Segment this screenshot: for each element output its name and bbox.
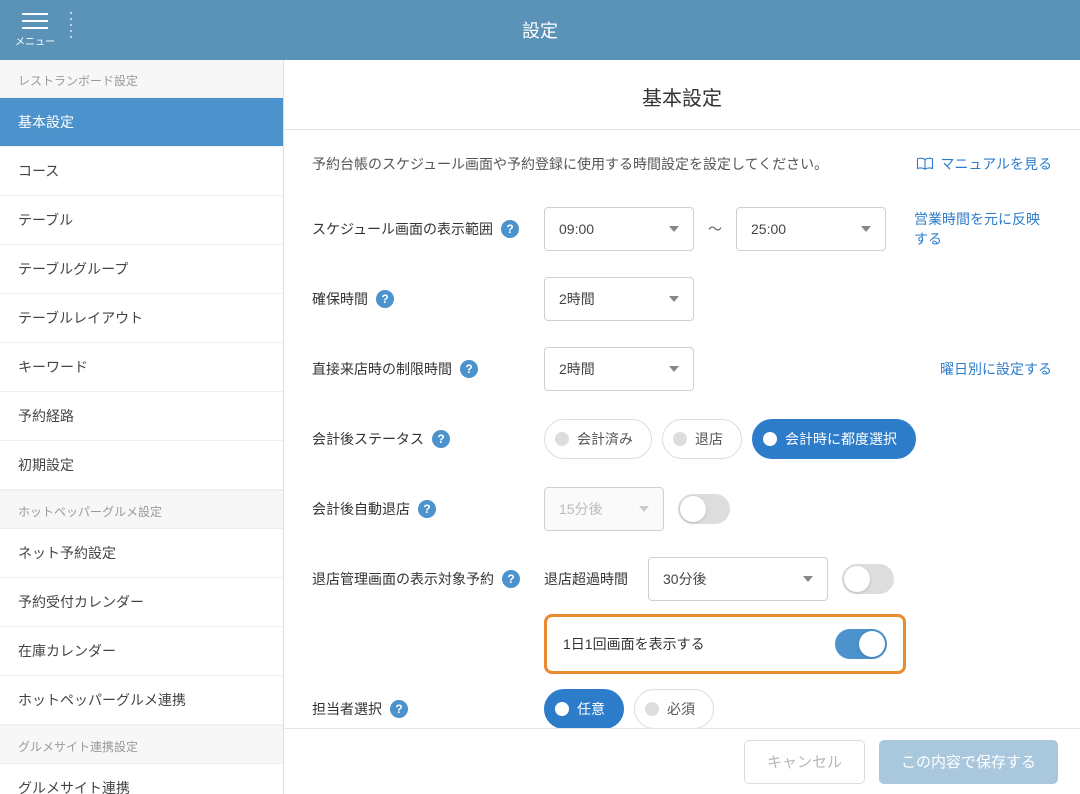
row-post-checkout: 会計後ステータス? 会計済み退店会計時に都度選択 bbox=[312, 404, 1052, 474]
help-icon[interactable]: ? bbox=[390, 700, 408, 718]
help-icon[interactable]: ? bbox=[502, 570, 520, 588]
overdue-toggle[interactable] bbox=[842, 564, 894, 594]
help-icon[interactable]: ? bbox=[418, 500, 436, 518]
divider bbox=[70, 12, 71, 48]
help-icon[interactable]: ? bbox=[501, 220, 519, 238]
daily-show-highlight: 1日1回画面を表示する bbox=[544, 614, 906, 674]
row-schedule-range: スケジュール画面の表示範囲? 09:00 〜 25:00 営業時間を元に反映する bbox=[312, 194, 1052, 264]
sidebar-section-header: グルメサイト連携設定 bbox=[0, 725, 283, 764]
row-daily-show: 1日1回画面を表示する bbox=[312, 614, 1052, 674]
footer: キャンセル この内容で保存する bbox=[284, 728, 1080, 794]
sidebar-item[interactable]: テーブルレイアウト bbox=[0, 294, 283, 343]
auto-leave-select: 15分後 bbox=[544, 487, 664, 531]
row-limit-time: 直接来店時の制限時間? 2時間 曜日別に設定する bbox=[312, 334, 1052, 404]
sidebar-item[interactable]: グルメサイト連携 bbox=[0, 764, 283, 794]
menu-label: メニュー bbox=[15, 33, 55, 48]
option-pill[interactable]: 任意 bbox=[544, 689, 624, 728]
tilde: 〜 bbox=[708, 219, 722, 239]
row-leave-mgmt: 退店管理画面の表示対象予約? 退店超過時間 30分後 bbox=[312, 544, 1052, 614]
sidebar-item[interactable]: 初期設定 bbox=[0, 441, 283, 490]
topbar: メニュー 設定 bbox=[0, 0, 1080, 60]
daily-show-label: 1日1回画面を表示する bbox=[563, 634, 705, 654]
sidebar-item[interactable]: 在庫カレンダー bbox=[0, 627, 283, 676]
sidebar-item[interactable]: テーブル bbox=[0, 196, 283, 245]
sidebar-item[interactable]: コース bbox=[0, 147, 283, 196]
overdue-select[interactable]: 30分後 bbox=[648, 557, 828, 601]
by-day-link[interactable]: 曜日別に設定する bbox=[940, 359, 1052, 379]
daily-show-toggle[interactable] bbox=[835, 629, 887, 659]
option-pill[interactable]: 会計済み bbox=[544, 419, 652, 459]
auto-leave-toggle[interactable] bbox=[678, 494, 730, 524]
sidebar-item[interactable]: テーブルグループ bbox=[0, 245, 283, 294]
row-assignee: 担当者選択? 任意必須 bbox=[312, 674, 1052, 728]
sidebar-item[interactable]: 予約受付カレンダー bbox=[0, 578, 283, 627]
sidebar-section-header: ホットペッパーグルメ設定 bbox=[0, 490, 283, 529]
row-hold-time: 確保時間? 2時間 bbox=[312, 264, 1052, 334]
help-icon[interactable]: ? bbox=[460, 360, 478, 378]
content: 予約台帳のスケジュール画面や予約登録に使用する時間設定を設定してください。 マニ… bbox=[284, 130, 1080, 728]
cancel-button[interactable]: キャンセル bbox=[744, 740, 865, 784]
sidebar-section-header: レストランボード設定 bbox=[0, 60, 283, 98]
book-icon bbox=[916, 157, 934, 171]
schedule-from-select[interactable]: 09:00 bbox=[544, 207, 694, 251]
intro-text: 予約台帳のスケジュール画面や予約登録に使用する時間設定を設定してください。 bbox=[312, 154, 828, 174]
sidebar: レストランボード設定基本設定コーステーブルテーブルグループテーブルレイアウトキー… bbox=[0, 60, 284, 794]
post-checkout-options: 会計済み退店会計時に都度選択 bbox=[544, 419, 916, 459]
sidebar-item[interactable]: ネット予約設定 bbox=[0, 529, 283, 578]
page-header-title: 設定 bbox=[0, 17, 1080, 43]
hold-time-select[interactable]: 2時間 bbox=[544, 277, 694, 321]
overdue-label: 退店超過時間 bbox=[544, 569, 628, 589]
menu-button[interactable]: メニュー bbox=[0, 0, 70, 60]
main-panel: 基本設定 予約台帳のスケジュール画面や予約登録に使用する時間設定を設定してくださ… bbox=[284, 60, 1080, 794]
reflect-hours-link[interactable]: 営業時間を元に反映する bbox=[914, 209, 1052, 249]
schedule-to-select[interactable]: 25:00 bbox=[736, 207, 886, 251]
help-icon[interactable]: ? bbox=[376, 290, 394, 308]
option-pill[interactable]: 必須 bbox=[634, 689, 714, 728]
sidebar-item[interactable]: 基本設定 bbox=[0, 98, 283, 147]
help-icon[interactable]: ? bbox=[432, 430, 450, 448]
row-auto-leave: 会計後自動退店? 15分後 bbox=[312, 474, 1052, 544]
assignee-options: 任意必須 bbox=[544, 689, 714, 728]
sidebar-item[interactable]: キーワード bbox=[0, 343, 283, 392]
page-title: 基本設定 bbox=[284, 60, 1080, 130]
limit-time-select[interactable]: 2時間 bbox=[544, 347, 694, 391]
sidebar-item[interactable]: ホットペッパーグルメ連携 bbox=[0, 676, 283, 725]
option-pill[interactable]: 退店 bbox=[662, 419, 742, 459]
hamburger-icon bbox=[22, 13, 48, 29]
sidebar-item[interactable]: 予約経路 bbox=[0, 392, 283, 441]
option-pill[interactable]: 会計時に都度選択 bbox=[752, 419, 916, 459]
manual-link[interactable]: マニュアルを見る bbox=[916, 154, 1052, 174]
save-button[interactable]: この内容で保存する bbox=[879, 740, 1058, 784]
